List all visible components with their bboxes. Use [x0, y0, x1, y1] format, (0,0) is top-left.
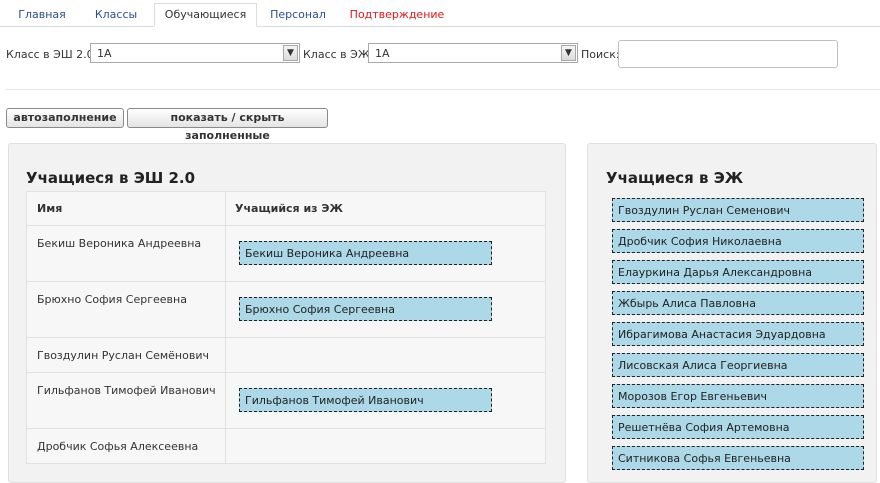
divider — [6, 89, 880, 90]
top-tab-bar: Главная Классы Обучающиеся Персонал Подт… — [0, 0, 880, 27]
ezh-student-chip[interactable]: Ситникова Софья Евгеньевна — [612, 446, 864, 470]
student-name: Гвоздулин Руслан Семёнович — [37, 349, 209, 362]
table-row: Гильфанов Тимофей Иванович Гильфанов Тим… — [27, 372, 545, 428]
tab-students[interactable]: Обучающиеся — [154, 3, 257, 27]
students-match-table: Имя Учащийся из ЭЖ Бекиш Вероника Андрее… — [26, 191, 546, 464]
filter-bar: Класс в ЭШ 2.0: 1А ▼ Класс в ЭЖ: 1А ▼ По… — [0, 40, 880, 70]
tab-home[interactable]: Главная — [10, 4, 74, 25]
ezh-student-chip[interactable]: Лисовская Алиса Георгиевна — [612, 353, 864, 377]
ezh-students-panel: Учащиеся в ЭЖ Гвоздулин Руслан Семенович… — [587, 143, 877, 483]
ezh-class-value: 1А — [375, 47, 390, 60]
ezh-student-chip[interactable]: Решетнёва София Артемовна — [612, 415, 864, 439]
toggle-filled-button[interactable]: показать / скрыть заполненные — [127, 108, 328, 142]
ezh-students-title: Учащиеся в ЭЖ — [606, 169, 744, 187]
tab-classes[interactable]: Классы — [84, 4, 148, 25]
search-label: Поиск: — [581, 48, 620, 61]
ezh-student-chip[interactable]: Гвоздулин Руслан Семенович — [612, 198, 864, 222]
chevron-down-icon[interactable]: ▼ — [561, 45, 576, 61]
table-row: Гвоздулин Руслан Семёнович — [27, 337, 545, 372]
esh-class-label: Класс в ЭШ 2.0: — [6, 48, 98, 61]
ezh-class-select[interactable]: 1А ▼ — [368, 43, 578, 63]
ezh-student-chip[interactable]: Морозов Егор Евгеньевич — [612, 384, 864, 408]
ezh-student-chip[interactable]: Дробчик София Николаевна — [612, 229, 864, 253]
ezh-student-chip[interactable]: Ибрагимова Анастасия Эдуардовна — [612, 322, 864, 346]
tab-confirmation[interactable]: Подтверждение — [343, 4, 451, 25]
student-name: Брюхно София Сергеевна — [37, 293, 187, 306]
student-name: Бекиш Вероника Андреевна — [37, 237, 202, 250]
column-header-ezh-student: Учащийся из ЭЖ — [235, 202, 343, 215]
ezh-student-chip[interactable]: Бекиш Вероника Андреевна — [239, 241, 492, 265]
ezh-student-chip[interactable]: Жбырь Алиса Павловна — [612, 291, 864, 315]
ezh-student-chip[interactable]: Брюхно София Сергеевна — [239, 297, 492, 321]
esh-students-title: Учащиеся в ЭШ 2.0 — [26, 169, 196, 187]
table-row: Бекиш Вероника Андреевна Бекиш Вероника … — [27, 225, 545, 281]
esh-class-select[interactable]: 1А ▼ — [90, 43, 300, 63]
esh-class-value: 1А — [97, 47, 112, 60]
ezh-class-label: Класс в ЭЖ: — [303, 48, 374, 61]
chevron-down-icon[interactable]: ▼ — [283, 45, 298, 61]
search-input[interactable] — [618, 40, 838, 68]
tab-staff[interactable]: Персонал — [263, 4, 333, 25]
autofill-button[interactable]: автозаполнение — [6, 108, 124, 128]
ezh-student-chip[interactable]: Гильфанов Тимофей Иванович — [239, 388, 492, 412]
student-name: Гильфанов Тимофей Иванович — [37, 384, 216, 397]
table-header-row: Имя Учащийся из ЭЖ — [27, 192, 545, 225]
esh-students-panel: Учащиеся в ЭШ 2.0 Имя Учащийся из ЭЖ Бек… — [8, 143, 566, 483]
table-row: Брюхно София Сергеевна Брюхно София Серг… — [27, 281, 545, 337]
student-name: Дробчик Софья Алексеевна — [37, 440, 199, 453]
ezh-student-chip[interactable]: Елауркина Дарья Александровна — [612, 260, 864, 284]
table-row: Дробчик Софья Алексеевна — [27, 428, 545, 463]
column-header-name: Имя — [37, 202, 63, 215]
